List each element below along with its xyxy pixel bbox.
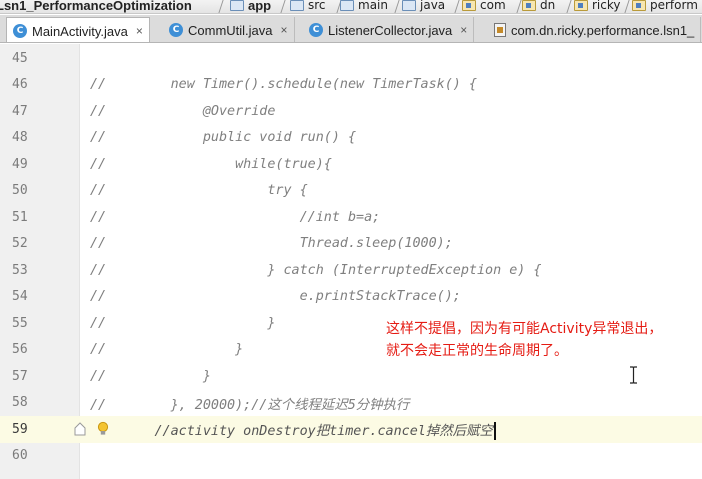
code-line[interactable]: 46 // new Timer().schedule(new TimerTask… (0, 72, 702, 99)
code-line[interactable]: 60 (0, 443, 702, 470)
breadcrumb-com[interactable]: com (462, 0, 506, 13)
tab-package-file[interactable]: com.dn.ricky.performance.lsn1_ (488, 17, 702, 42)
code-line-current[interactable]: 59 //activity onDestroy把timer.cancel掉然后赋… (0, 416, 702, 443)
code-line[interactable]: 47 // @Override (0, 98, 702, 125)
breadcrumb-separator (447, 0, 461, 13)
breadcrumb-separator (509, 0, 523, 13)
breadcrumb-module[interactable]: app (230, 0, 271, 13)
breadcrumb-java[interactable]: java (402, 0, 445, 13)
package-icon (522, 0, 536, 11)
java-class-icon: C (169, 23, 183, 37)
close-tab-icon[interactable]: × (136, 24, 143, 38)
fold-marker-icon[interactable] (74, 422, 86, 436)
module-folder-icon (230, 0, 244, 11)
code-line[interactable]: 49 // while(true){ (0, 151, 702, 178)
breadcrumb-separator (273, 0, 287, 13)
java-class-icon: C (13, 24, 27, 38)
folder-icon (290, 0, 304, 11)
code-line[interactable]: 54 // e.printStackTrace(); (0, 284, 702, 311)
text-cursor-icon (630, 366, 637, 384)
text-caret (493, 421, 496, 440)
java-file-icon (494, 23, 506, 37)
tab-listener-collector[interactable]: C ListenerCollector.java × (303, 17, 475, 42)
code-line[interactable]: 45 (0, 45, 702, 72)
breadcrumb-dn[interactable]: dn (522, 0, 555, 13)
editor-tabs: C MainActivity.java × C CommUtil.java × … (0, 15, 702, 43)
code-line[interactable]: 51 // //int b=a; (0, 204, 702, 231)
breadcrumb-main[interactable]: main (340, 0, 388, 13)
code-line[interactable]: 58 // }, 20000);//这个线程延迟5分钟执行 (0, 390, 702, 417)
close-tab-icon[interactable]: × (460, 23, 467, 37)
red-annotation-note: 这样不提倡，因为有可能Activity异常退出， 就不会走正常的生命周期了。 (386, 321, 663, 359)
breadcrumb-performance[interactable]: perform (632, 0, 698, 13)
breadcrumb-separator (559, 0, 573, 13)
code-line[interactable]: 48 // public void run() { (0, 125, 702, 152)
tab-comm-util[interactable]: C CommUtil.java × (163, 17, 295, 42)
code-line[interactable]: 57 // } (0, 363, 702, 390)
code-line[interactable]: 53 // } catch (InterruptedException e) { (0, 257, 702, 284)
current-line-code: //activity onDestroy把timer.cancel掉然后赋空 (90, 423, 493, 439)
tab-main-activity[interactable]: C MainActivity.java × (6, 17, 150, 42)
package-icon (574, 0, 588, 11)
code-line[interactable]: 52 // Thread.sleep(1000); (0, 231, 702, 258)
breadcrumb-separator (387, 0, 401, 13)
breadcrumb-src[interactable]: src (290, 0, 326, 13)
breadcrumb-project[interactable]: Lsn1_PerformanceOptimization (0, 0, 192, 13)
code-line[interactable]: 50 // try { (0, 178, 702, 205)
package-icon (462, 0, 476, 11)
package-icon (632, 0, 646, 11)
navigation-breadcrumb: Lsn1_PerformanceOptimization app src mai… (0, 0, 702, 14)
folder-icon (402, 0, 416, 11)
folder-icon (340, 0, 354, 11)
java-class-icon: C (309, 23, 323, 37)
close-tab-icon[interactable]: × (281, 23, 288, 37)
code-editor[interactable]: 45 46 // new Timer().schedule(new TimerT… (0, 44, 702, 479)
breadcrumb-ricky[interactable]: ricky (574, 0, 621, 13)
breadcrumb-separator (211, 0, 225, 13)
